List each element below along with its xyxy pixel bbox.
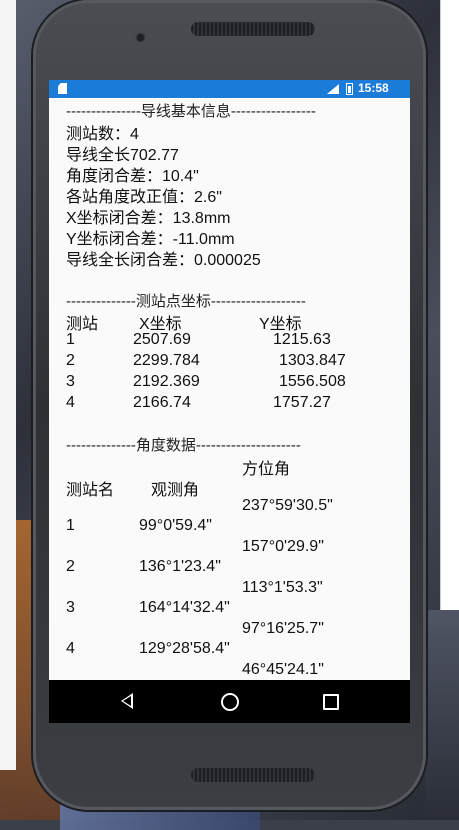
coords-cell: 4 (66, 394, 75, 411)
status-bar: 15:58 (49, 80, 410, 98)
info-line: 导线全长闭合差：0.000025 (66, 252, 261, 269)
recent-apps-icon[interactable] (323, 694, 339, 710)
coords-cell: 2299.784 (133, 352, 200, 369)
angles-col-azimuth: 方位角 (242, 461, 291, 478)
azimuth-value: 237°59'30.5" (242, 497, 333, 514)
section-header-basic-info: ---------------导线基本信息----------------- (66, 103, 316, 120)
azimuth-value: 46°45'24.1" (242, 661, 324, 678)
coords-cell: 1 (66, 331, 75, 348)
background-window-left (0, 0, 16, 770)
azimuth-value: 157°0'29.9" (242, 538, 324, 555)
desktop-wallpaper-art (425, 610, 459, 820)
front-camera (137, 34, 144, 41)
coords-cell: 1757.27 (273, 394, 331, 411)
angle-station: 1 (66, 517, 75, 534)
home-icon[interactable] (221, 693, 239, 711)
navigation-bar (49, 680, 410, 723)
observed-angle: 99°0'59.4" (139, 517, 212, 534)
observed-angle: 136°1'23.4" (139, 558, 221, 575)
coords-cell: 3 (66, 373, 75, 390)
bottom-speaker (191, 768, 315, 782)
coords-cell: 2507.69 (133, 331, 191, 348)
angle-station: 3 (66, 599, 75, 616)
angle-station: 4 (66, 640, 75, 657)
azimuth-value: 113°1'53.3" (242, 579, 323, 596)
sd-card-icon (58, 83, 67, 94)
phone-screen: 15:58 ---------------导线基本信息-------------… (49, 80, 410, 723)
battery-icon (346, 83, 353, 95)
coords-cell: 1556.508 (279, 373, 346, 390)
coords-cell: 1303.847 (279, 352, 346, 369)
azimuth-value: 97°16'25.7" (242, 620, 324, 637)
coords-cell: 2 (66, 352, 75, 369)
angles-col-station: 测站名 (66, 482, 115, 499)
coords-cell: 2192.369 (133, 373, 200, 390)
coords-cell: 2166.74 (133, 394, 191, 411)
signal-icon (327, 84, 339, 94)
status-time: 15:58 (358, 81, 389, 95)
section-header-angles: --------------角度数据--------------------- (66, 437, 301, 454)
background-window-right (440, 0, 459, 610)
observed-angle: 129°28'58.4" (139, 640, 230, 657)
angles-col-observed: 观测角 (151, 482, 200, 499)
top-speaker (191, 22, 315, 36)
section-header-coords: --------------测站点坐标------------------- (66, 293, 306, 310)
observed-angle: 164°14'32.4" (139, 599, 230, 616)
emulator-phone-frame: 15:58 ---------------导线基本信息-------------… (33, 0, 426, 810)
back-icon-inner (123, 696, 131, 706)
app-content[interactable]: ---------------导线基本信息----------------- 测… (49, 98, 410, 680)
coords-cell: 1215.63 (273, 331, 331, 348)
angle-station: 2 (66, 558, 75, 575)
